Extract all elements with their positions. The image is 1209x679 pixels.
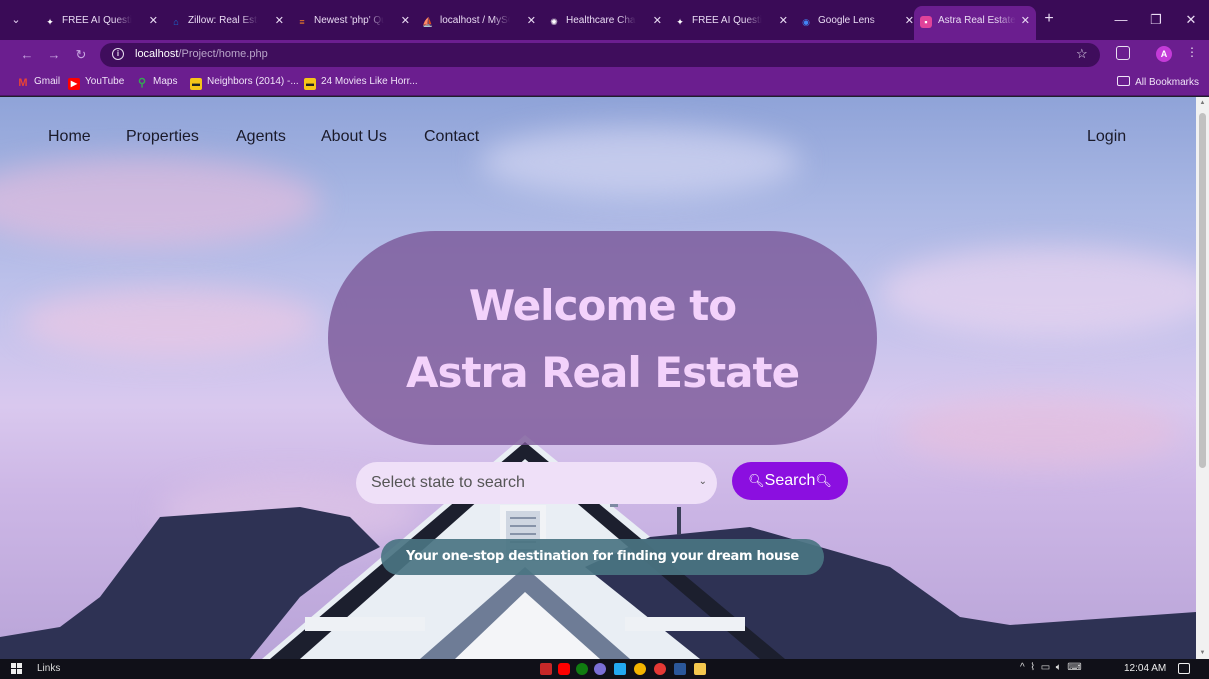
browser-toolbar: ← → ↻ i localhost/Project/home.php ☆ A ⋮	[0, 40, 1209, 70]
forward-arrow-icon[interactable]: →	[45, 46, 63, 64]
hero-title-line1: Welcome to	[468, 281, 737, 330]
tab-free-ai-question-1[interactable]: ✦FREE AI Question ✕	[44, 8, 162, 34]
word-icon[interactable]	[674, 663, 686, 675]
file-explorer-icon[interactable]	[694, 663, 706, 675]
nav-home[interactable]: Home	[48, 128, 91, 146]
bookmark-gmail[interactable]: M Gmail	[17, 76, 60, 89]
profile-avatar[interactable]: A	[1156, 46, 1172, 62]
xbox-icon[interactable]	[576, 663, 588, 675]
bookmark-youtube[interactable]: ▶ YouTube	[68, 76, 124, 90]
zillow-icon: ⌂	[173, 17, 179, 27]
chatgpt-icon: ✺	[550, 17, 558, 27]
app-icon[interactable]	[654, 663, 666, 675]
minimize-icon[interactable]: —	[1106, 8, 1136, 32]
page-viewport: Home Properties Agents About Us Contact …	[0, 97, 1196, 659]
youtube-icon[interactable]	[558, 663, 570, 675]
scroll-up-icon[interactable]: ▲	[1199, 100, 1206, 106]
chrome-icon[interactable]	[634, 663, 646, 675]
tab-free-ai-question-2[interactable]: ✦FREE AI Question ✕	[674, 8, 792, 34]
gmail-icon: M	[18, 77, 28, 89]
browser-window: ⌄ ✦FREE AI Question ✕ ⌂Zillow: Real Esta…	[0, 0, 1209, 679]
folder-icon	[1117, 76, 1131, 86]
nav-properties[interactable]: Properties	[126, 128, 199, 146]
windows-taskbar: Links ^ ⌇ ▭ 🔈︎ ⌨ 12:04 AM	[0, 659, 1209, 679]
app-icon[interactable]	[594, 663, 606, 675]
tab-healthcare-chatbot[interactable]: ✺Healthcare Chatb ✕	[548, 8, 666, 34]
scroll-down-icon[interactable]: ▼	[1199, 650, 1206, 656]
state-select[interactable]: Select state to search ⌄	[356, 462, 717, 504]
close-icon[interactable]: ✕	[275, 8, 284, 34]
astra-icon: ▪	[920, 16, 932, 28]
tab-strip: ⌄ ✦FREE AI Question ✕ ⌂Zillow: Real Esta…	[0, 0, 1209, 40]
close-icon[interactable]: ✕	[401, 8, 410, 34]
windows-start-icon[interactable]	[11, 663, 23, 675]
login-link[interactable]: Login	[1087, 128, 1126, 146]
ai-sparkle-icon: ✦	[46, 17, 54, 27]
search-icon: 🔍︎	[748, 473, 765, 488]
tab-astra-real-estate[interactable]: ▪ Astra Real Estate ✕	[914, 6, 1036, 40]
search-icon: 🔍︎	[815, 473, 832, 488]
stackoverflow-icon: ≡	[299, 17, 305, 27]
close-icon[interactable]: ✕	[149, 8, 158, 34]
tab-search-chevron-icon[interactable]: ⌄	[8, 12, 24, 28]
tab-zillow[interactable]: ⌂Zillow: Real Estate ✕	[170, 8, 288, 34]
chevron-down-icon: ⌄	[698, 476, 707, 487]
bookmark-maps[interactable]: ⚲ Maps	[136, 76, 177, 89]
nav-contact[interactable]: Contact	[424, 128, 479, 146]
bookmark-star-icon[interactable]: ☆	[1076, 46, 1088, 62]
bookmarks-bar: M Gmail ▶ YouTube ⚲ Maps ▬ Neighbors (2014) …	[0, 70, 1209, 96]
tab-stackoverflow[interactable]: ≡ Newest 'php' Qu ✕	[296, 8, 414, 34]
close-icon[interactable]: ✕	[779, 8, 788, 34]
close-icon[interactable]: ✕	[653, 8, 662, 34]
hero-banner: Welcome to Astra Real Estate	[328, 231, 877, 445]
site-info-icon[interactable]: i	[112, 48, 124, 60]
phpmyadmin-icon: ⛵	[422, 17, 434, 27]
search-button[interactable]: 🔍︎Search🔍︎	[732, 462, 848, 500]
tab-phpmyadmin[interactable]: ⛵localhost / MySQL ✕	[422, 8, 540, 34]
imdb-icon: ▬	[304, 78, 316, 90]
close-icon[interactable]: ✕	[1021, 6, 1030, 36]
notification-icon[interactable]	[1178, 663, 1190, 674]
restore-icon[interactable]: ❐	[1141, 8, 1171, 32]
page-scrollbar[interactable]: ▲ ▼	[1196, 97, 1209, 659]
nav-agents[interactable]: Agents	[236, 128, 286, 146]
extensions-icon[interactable]	[1116, 46, 1130, 60]
url-text[interactable]: localhost/Project/home.php	[135, 48, 268, 60]
close-icon[interactable]: ✕	[905, 8, 914, 34]
imdb-icon: ▬	[190, 78, 202, 90]
hero-title-line2: Astra Real Estate	[405, 348, 800, 397]
address-bar[interactable]: i localhost/Project/home.php	[100, 43, 1100, 67]
youtube-icon: ▶	[68, 78, 80, 90]
bookmark-neighbors[interactable]: ▬ Neighbors (2014) -...	[190, 76, 299, 90]
clock[interactable]: 12:04 AM	[1124, 663, 1166, 674]
tab-google-lens[interactable]: ◉ Google Lens ✕	[800, 8, 918, 34]
all-bookmarks[interactable]: All Bookmarks	[1117, 76, 1199, 88]
reload-icon[interactable]: ↻	[72, 46, 90, 64]
tagline: Your one-stop destination for finding yo…	[381, 539, 824, 575]
ai-sparkle-icon: ✦	[676, 17, 684, 27]
bookmark-24-movies[interactable]: ▬ 24 Movies Like Horr...	[304, 76, 418, 90]
links-toolbar[interactable]: Links	[37, 663, 60, 674]
scrollbar-thumb[interactable]	[1199, 113, 1206, 468]
browser-menu-icon[interactable]: ⋮	[1186, 45, 1198, 59]
close-icon[interactable]: ✕	[527, 8, 536, 34]
google-lens-icon: ◉	[802, 17, 810, 27]
new-tab-icon[interactable]: +	[1040, 8, 1058, 30]
nav-about-us[interactable]: About Us	[321, 128, 387, 146]
system-tray[interactable]: ^ ⌇ ▭ 🔈︎ ⌨	[1020, 662, 1082, 673]
vscode-icon[interactable]	[614, 663, 626, 675]
window-close-icon[interactable]: ✕	[1176, 8, 1206, 32]
app-icon[interactable]	[540, 663, 552, 675]
back-arrow-icon[interactable]: ←	[18, 46, 36, 64]
maps-icon: ⚲	[137, 77, 147, 89]
